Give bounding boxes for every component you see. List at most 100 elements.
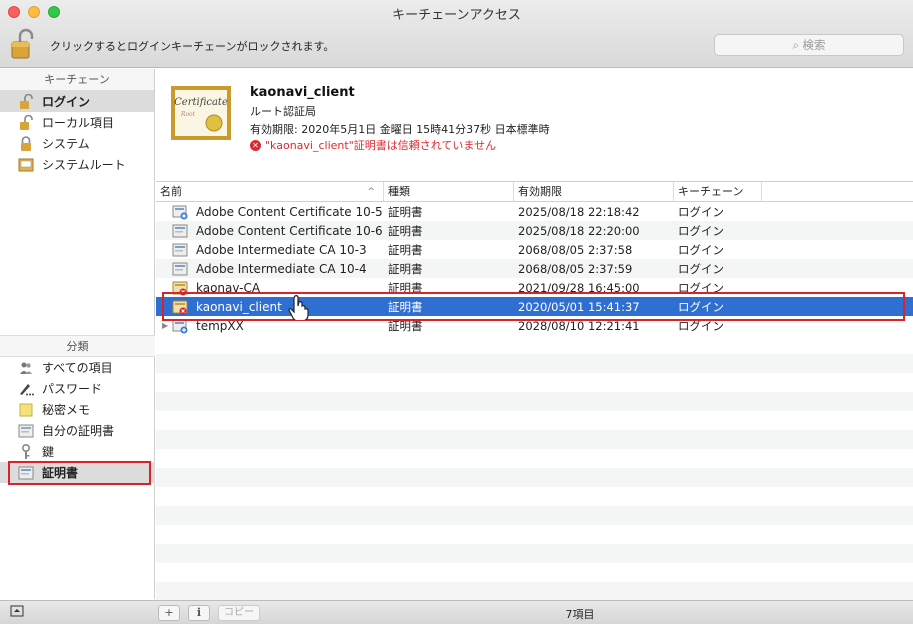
unlocked-padlock-icon: [18, 114, 34, 131]
empty-row: [156, 373, 913, 392]
sidebar: キーチェーン ログイン ローカル項目 システム システムルート 分類 すべての項…: [0, 69, 155, 599]
table-row[interactable]: kaonav-CA 証明書 2021/09/28 16:45:00 ログイン: [156, 278, 913, 297]
row-name: kaonav-CA: [196, 280, 261, 295]
disclosure-triangle-icon[interactable]: ▶: [162, 321, 172, 330]
info-button[interactable]: i: [188, 605, 210, 621]
row-keychain: ログイン: [678, 223, 724, 238]
certificate-plus-icon: [172, 205, 188, 219]
row-expires: 2020/05/01 15:41:37: [518, 299, 640, 314]
row-name: Adobe Content Certificate 10-5: [196, 204, 383, 219]
certificate-untrusted-icon: [172, 281, 188, 295]
category-item-label: 証明書: [42, 466, 79, 480]
row-keychain: ログイン: [678, 261, 724, 276]
eject-icon: [10, 605, 24, 617]
empty-row: [156, 544, 913, 563]
column-header-expires[interactable]: 有効期限: [514, 182, 674, 202]
table-row[interactable]: Adobe Intermediate CA 10-3 証明書 2068/08/0…: [156, 240, 913, 259]
copy-button[interactable]: コピー: [218, 605, 260, 621]
category-item-certificates[interactable]: 証明書: [0, 462, 155, 483]
category-item-keys[interactable]: 鍵: [0, 441, 155, 462]
sort-ascending-icon: ^: [367, 187, 375, 197]
table-row[interactable]: ▶ tempXX 証明書 2028/08/10 12:21:41 ログイン: [156, 316, 913, 335]
category-item-my-certificates[interactable]: 自分の証明書: [0, 420, 155, 441]
certificate-icon: [172, 243, 188, 256]
row-name: Adobe Intermediate CA 10-4: [196, 261, 367, 276]
my-certificate-icon: [18, 423, 34, 439]
table-row[interactable]: Adobe Intermediate CA 10-4 証明書 2068/08/0…: [156, 259, 913, 278]
row-expires: 2068/08/05 2:37:58: [518, 242, 633, 257]
column-header-label: 名前: [160, 185, 182, 198]
category-item-passwords[interactable]: パスワード: [0, 378, 155, 399]
row-expires: 2028/08/10 12:21:41: [518, 318, 640, 333]
people-icon: [18, 360, 34, 376]
detail-kind: ルート認証局: [250, 105, 316, 118]
column-header-name[interactable]: 名前 ^: [156, 182, 384, 202]
sidebar-item-label: ログイン: [42, 95, 91, 109]
row-kind: 証明書: [388, 242, 423, 257]
unlocked-padlock-icon[interactable]: [10, 28, 36, 62]
category-item-label: すべての項目: [42, 361, 113, 375]
key-icon: [18, 443, 34, 460]
search-icon: ⌕: [792, 38, 799, 52]
name-cell: Adobe Content Certificate 10-6: [156, 223, 384, 239]
sidebar-item-local[interactable]: ローカル項目: [0, 112, 154, 133]
window-title: キーチェーンアクセス: [392, 8, 521, 23]
table-row-selected[interactable]: kaonavi_client 証明書 2020/05/01 15:41:37 ロ…: [156, 297, 913, 316]
certificate-icon: [172, 262, 188, 275]
certificate-icon: [18, 465, 34, 481]
category-item-label: 鍵: [42, 445, 55, 459]
row-keychain: ログイン: [678, 204, 724, 219]
sidebar-item-system[interactable]: システム: [0, 133, 154, 154]
bottom-bar: + i コピー 7項目: [0, 600, 913, 624]
row-keychain: ログイン: [678, 280, 724, 295]
row-kind: 証明書: [388, 299, 423, 314]
column-header-keychain[interactable]: キーチェーン: [674, 182, 762, 202]
certificate-icon: [172, 224, 188, 237]
row-kind: 証明書: [388, 318, 423, 333]
empty-row: [156, 449, 913, 468]
table-row[interactable]: Adobe Content Certificate 10-5 証明書 2025/…: [156, 202, 913, 221]
row-kind: 証明書: [388, 223, 423, 238]
add-button[interactable]: +: [158, 605, 180, 621]
row-name: Adobe Intermediate CA 10-3: [196, 242, 367, 257]
table-row[interactable]: Adobe Content Certificate 10-6 証明書 2025/…: [156, 221, 913, 240]
unlocked-padlock-icon: [18, 93, 34, 110]
name-cell: Adobe Intermediate CA 10-3: [156, 242, 384, 258]
row-name: kaonavi_client: [196, 299, 282, 314]
row-name: Adobe Content Certificate 10-6: [196, 223, 383, 238]
search-field[interactable]: ⌕ 検索: [714, 34, 904, 56]
category-header: 分類: [0, 335, 155, 357]
empty-row: [156, 506, 913, 525]
row-expires: 2025/08/18 22:18:42: [518, 204, 640, 219]
item-count: 7項目: [565, 608, 595, 621]
empty-row: [156, 525, 913, 544]
empty-row: [156, 411, 913, 430]
certificate-badge-text: Certificate: [174, 97, 228, 108]
category-item-secure-notes[interactable]: 秘密メモ: [0, 399, 155, 420]
empty-row: [156, 430, 913, 449]
untrusted-warning: ✕ "kaonavi_client"証明書は信頼されていません: [250, 137, 496, 153]
hand-pointer-cursor-icon: [288, 295, 309, 320]
sidebar-item-label: システムルート: [42, 158, 126, 172]
lock-status-message: クリックするとログインキーチェーンがロックされます。: [50, 40, 335, 53]
empty-row: [156, 392, 913, 411]
row-expires: 2021/09/28 16:45:00: [518, 280, 640, 295]
sidebar-item-login[interactable]: ログイン: [0, 91, 154, 112]
empty-row: [156, 487, 913, 506]
category-item-label: パスワード: [42, 382, 103, 396]
column-header-kind[interactable]: 種類: [384, 182, 514, 202]
name-cell: kaonav-CA: [156, 280, 384, 296]
certificate-folder-icon: [18, 157, 34, 173]
table-header: 名前 ^ 種類 有効期限 キーチェーン: [156, 181, 913, 202]
row-kind: 証明書: [388, 261, 423, 276]
detail-header: Certificate Root kaonavi_client ルート認証局 有…: [156, 69, 913, 181]
window-toolbar: キーチェーンアクセス クリックするとログインキーチェーンがロックされます。 ⌕ …: [0, 0, 913, 68]
sidebar-item-system-roots[interactable]: システムルート: [0, 154, 154, 175]
row-keychain: ログイン: [678, 242, 724, 257]
warning-text: "kaonavi_client"証明書は信頼されていません: [265, 139, 497, 152]
sidebar-toggle-button[interactable]: [8, 605, 26, 621]
row-expires: 2025/08/18 22:20:00: [518, 223, 640, 238]
category-section: 分類 すべての項目 パスワード 秘密メモ 自分の証明書 鍵 証明書: [0, 335, 155, 483]
row-kind: 証明書: [388, 280, 423, 295]
category-item-all[interactable]: すべての項目: [0, 357, 155, 378]
